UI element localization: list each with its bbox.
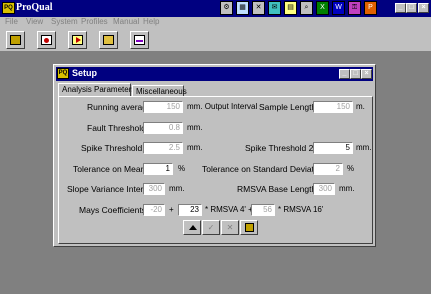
exit-door-icon bbox=[10, 35, 21, 45]
slope-variance-unit: mm. bbox=[169, 184, 185, 193]
dialog-title: Setup bbox=[72, 68, 98, 78]
folder-button[interactable] bbox=[99, 31, 118, 49]
forward-button[interactable] bbox=[68, 31, 87, 49]
spike-threshold-1-unit: mm. bbox=[187, 143, 203, 152]
menu-file[interactable]: File bbox=[5, 17, 18, 26]
menu-bar: File View System Profiles Manual Help bbox=[0, 17, 431, 28]
spike-threshold-2-label: Spike Threshold 2: bbox=[245, 143, 316, 153]
spike-threshold-1-label: Spike Threshold 1: bbox=[81, 143, 152, 153]
sample-length-input[interactable]: 150 bbox=[313, 101, 353, 113]
menu-view[interactable]: View bbox=[26, 17, 43, 26]
fault-threshold-label: Fault Threshold: bbox=[87, 123, 149, 133]
menu-help[interactable]: Help bbox=[143, 17, 159, 26]
cancel-button[interactable]: ✕ bbox=[221, 220, 239, 235]
running-average-unit: mm. Output Interval bbox=[187, 102, 258, 111]
mays-coefficient-1-input[interactable]: 23 bbox=[178, 204, 202, 216]
maximize-button[interactable]: □ bbox=[406, 3, 417, 13]
cancel-x-icon: ✕ bbox=[226, 223, 234, 232]
tools-icon[interactable]: ✕ bbox=[252, 1, 265, 15]
record-button[interactable] bbox=[37, 31, 56, 49]
record-icon bbox=[41, 35, 52, 45]
mail-icon[interactable]: ✉ bbox=[268, 1, 281, 15]
fault-threshold-input[interactable]: 0.8 bbox=[143, 122, 183, 134]
up-arrow-icon bbox=[189, 225, 197, 230]
tab-analysis-parameters[interactable]: Analysis Parameters bbox=[58, 83, 135, 96]
tolerance-mean-input[interactable]: 1 bbox=[143, 163, 173, 175]
exit-door-icon bbox=[245, 223, 254, 232]
menu-profiles[interactable]: Profiles bbox=[81, 17, 108, 26]
move-up-button[interactable] bbox=[183, 220, 201, 235]
dialog-logo-icon: PQ bbox=[57, 68, 69, 79]
powerpoint-icon[interactable]: P bbox=[364, 1, 377, 15]
spike-threshold-1-input[interactable]: 2.5 bbox=[143, 142, 183, 154]
close-button[interactable]: × bbox=[418, 3, 429, 13]
mays-coefficient-0-input[interactable]: -20 bbox=[143, 204, 165, 216]
mays-plus-sign: + bbox=[169, 205, 174, 214]
app-title: ProQual bbox=[16, 2, 53, 13]
spike-threshold-2-input[interactable]: 5 bbox=[313, 142, 353, 154]
dialog-minimize-button[interactable]: _ bbox=[339, 69, 350, 79]
access-icon[interactable]: ⚿ bbox=[348, 1, 361, 15]
tolerance-sd-unit: % bbox=[347, 164, 355, 173]
toolbar bbox=[0, 28, 431, 52]
dialog-maximize-button[interactable]: □ bbox=[350, 69, 361, 79]
word-icon[interactable]: W bbox=[332, 1, 345, 15]
forward-icon bbox=[72, 35, 83, 45]
mays-coefficient-2-input[interactable]: 56 bbox=[251, 204, 275, 216]
rmsva-base-input[interactable]: 300 bbox=[313, 183, 335, 195]
tolerance-sd-input[interactable]: 2 bbox=[313, 163, 343, 175]
gear-icon[interactable]: ⚙ bbox=[220, 1, 233, 15]
folder-icon bbox=[103, 35, 114, 45]
spike-threshold-2-unit: mm. bbox=[356, 143, 372, 152]
sample-length-label: Sample Length: bbox=[259, 102, 319, 112]
search-icon[interactable]: ⌕ bbox=[300, 1, 313, 15]
app-logo-icon: PQ bbox=[2, 2, 15, 14]
sample-length-unit: m. bbox=[356, 102, 365, 111]
minimize-button[interactable]: _ bbox=[395, 3, 406, 13]
fault-threshold-unit: mm. bbox=[187, 123, 203, 132]
mays-rmsva16-text: * RMSVA 16' bbox=[278, 205, 324, 214]
folder-icon[interactable]: ▤ bbox=[284, 1, 297, 15]
slope-variance-input[interactable]: 300 bbox=[143, 183, 165, 195]
dialog-close-button[interactable]: × bbox=[361, 69, 372, 79]
chart-icon bbox=[134, 35, 145, 45]
excel-icon[interactable]: X bbox=[316, 1, 329, 15]
exit-dialog-button[interactable] bbox=[240, 220, 258, 235]
chart-button[interactable] bbox=[130, 31, 149, 49]
mays-coefficients-label: Mays Coefficients: bbox=[79, 205, 149, 215]
running-average-input[interactable]: 150 bbox=[143, 101, 183, 113]
chart-icon[interactable]: ▦ bbox=[236, 1, 249, 15]
exit-button[interactable] bbox=[6, 31, 25, 49]
tab-miscellaneous[interactable]: Miscellaneous bbox=[132, 85, 187, 96]
setup-dialog: PQ Setup _ □ × Analysis Parameters Misce… bbox=[53, 64, 376, 247]
tolerance-sd-label: Tolerance on Standard Deviation: bbox=[202, 164, 328, 174]
confirm-button[interactable]: ✓ bbox=[202, 220, 220, 235]
rmsva-base-unit: mm. bbox=[339, 184, 355, 193]
menu-system[interactable]: System bbox=[51, 17, 78, 26]
tolerance-mean-unit: % bbox=[178, 164, 186, 173]
menu-manual[interactable]: Manual bbox=[113, 17, 139, 26]
checkmark-icon: ✓ bbox=[207, 223, 215, 232]
rmsva-base-label: RMSVA Base Length: bbox=[237, 184, 319, 194]
tolerance-mean-label: Tolerance on Mean: bbox=[73, 164, 148, 174]
mays-rmsva4-text: * RMSVA 4' + bbox=[205, 205, 253, 214]
dialog-title-bar: PQ Setup _ □ × bbox=[56, 67, 373, 81]
